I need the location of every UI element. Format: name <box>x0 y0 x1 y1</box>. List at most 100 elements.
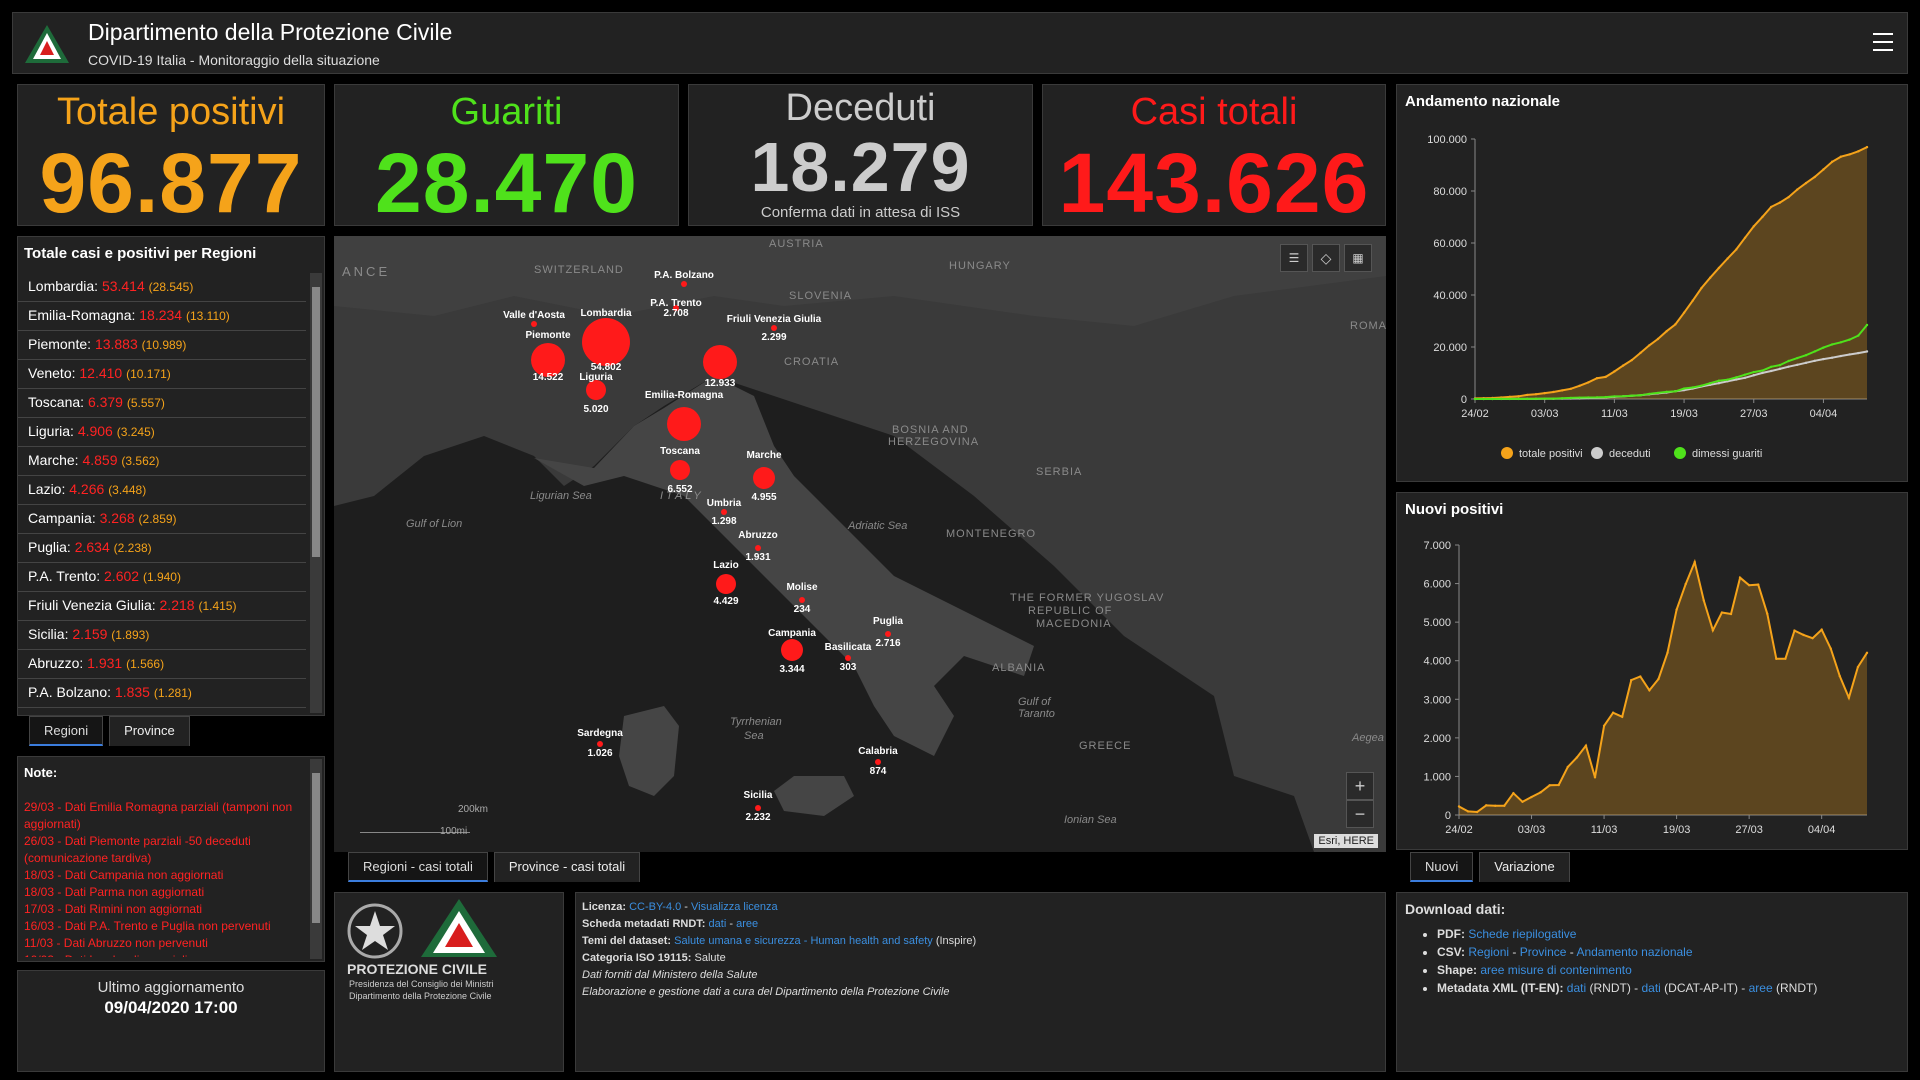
data-point[interactable] <box>1735 376 1738 379</box>
region-row[interactable]: Campania: 3.268 (2.859) <box>18 505 306 534</box>
data-point[interactable] <box>1857 150 1860 153</box>
data-point[interactable] <box>1743 236 1747 239</box>
data-point[interactable] <box>1534 393 1538 396</box>
view-license-link[interactable]: Visualizza licenza <box>691 901 778 913</box>
data-point[interactable] <box>1787 365 1790 368</box>
region-row[interactable]: Abruzzo: 1.931 (1.566) <box>18 650 306 679</box>
tab-regioni[interactable]: Regioni <box>29 716 104 746</box>
region-bubble[interactable] <box>721 509 727 515</box>
data-point[interactable] <box>1700 286 1703 290</box>
region-bubble[interactable] <box>703 345 737 379</box>
data-point[interactable] <box>1552 390 1555 394</box>
region-bubble[interactable] <box>582 318 630 366</box>
data-point[interactable] <box>1726 257 1729 260</box>
region-row[interactable]: P.A. Bolzano: 1.835 (1.281) <box>18 679 306 708</box>
data-point[interactable] <box>1820 628 1823 631</box>
data-point[interactable] <box>1621 364 1625 367</box>
data-point[interactable] <box>1621 395 1625 398</box>
data-point[interactable] <box>1829 647 1832 650</box>
data-point[interactable] <box>1769 369 1773 373</box>
data-point[interactable] <box>1560 397 1564 400</box>
data-point[interactable] <box>1675 608 1678 611</box>
region-row[interactable]: Lazio: 4.266 (3.448) <box>18 476 306 505</box>
data-point[interactable] <box>1747 583 1751 587</box>
data-point[interactable] <box>1726 378 1729 381</box>
data-point[interactable] <box>1848 338 1851 341</box>
data-point[interactable] <box>1557 783 1560 787</box>
data-point[interactable] <box>1778 363 1782 367</box>
data-point[interactable] <box>1521 800 1524 804</box>
region-bubble[interactable] <box>781 639 803 661</box>
data-point[interactable] <box>1830 343 1834 346</box>
data-point[interactable] <box>1752 225 1755 228</box>
data-point[interactable] <box>1613 370 1616 373</box>
region-bubble[interactable] <box>531 321 537 327</box>
data-point[interactable] <box>1857 351 1860 355</box>
data-point[interactable] <box>1796 363 1799 366</box>
data-point[interactable] <box>1665 330 1668 333</box>
region-row[interactable]: Marche: 4.859 (3.562) <box>18 447 306 476</box>
data-point[interactable] <box>1784 657 1787 660</box>
data-point[interactable] <box>1648 392 1651 396</box>
xml-dati-dcat-link[interactable]: dati <box>1641 981 1660 995</box>
data-point[interactable] <box>1674 323 1677 326</box>
data-point[interactable] <box>1621 715 1624 718</box>
data-point[interactable] <box>1569 396 1573 400</box>
region-bubble[interactable] <box>681 281 687 287</box>
data-point[interactable] <box>1743 376 1747 379</box>
data-point[interactable] <box>1761 371 1764 375</box>
zoom-in-button[interactable]: + <box>1346 772 1374 800</box>
pdf-link[interactable]: Schede riepilogative <box>1468 927 1576 941</box>
data-point[interactable] <box>1566 765 1569 769</box>
data-point[interactable] <box>1717 381 1721 385</box>
data-point[interactable] <box>1769 365 1773 369</box>
data-point[interactable] <box>1639 394 1642 397</box>
data-point[interactable] <box>1720 611 1724 614</box>
metadata-dati-link[interactable]: dati <box>709 918 727 930</box>
data-point[interactable] <box>1729 612 1733 616</box>
data-point[interactable] <box>1822 357 1825 361</box>
data-point[interactable] <box>1822 346 1825 349</box>
data-point[interactable] <box>1613 395 1616 398</box>
legend-icon[interactable]: ☰ <box>1280 244 1308 272</box>
csv-regioni-link[interactable]: Regioni <box>1468 945 1509 959</box>
data-point[interactable] <box>1560 389 1564 392</box>
data-point[interactable] <box>1775 657 1778 660</box>
region-row[interactable]: Liguria: 4.906 (3.245) <box>18 418 306 447</box>
data-point[interactable] <box>1578 384 1581 388</box>
tab-variazione[interactable]: Variazione <box>1479 852 1570 882</box>
data-point[interactable] <box>1717 379 1721 382</box>
data-point[interactable] <box>1657 677 1660 681</box>
data-point[interactable] <box>1691 299 1694 302</box>
data-point[interactable] <box>1517 397 1520 401</box>
csv-andamento-link[interactable]: Andamento nazionale <box>1576 945 1692 959</box>
data-point[interactable] <box>1569 387 1573 391</box>
data-point[interactable] <box>1757 583 1760 586</box>
data-point[interactable] <box>1865 145 1869 149</box>
data-point[interactable] <box>1769 205 1773 209</box>
data-point[interactable] <box>1839 354 1843 358</box>
data-point[interactable] <box>1534 397 1538 400</box>
data-point[interactable] <box>1587 396 1590 399</box>
data-point[interactable] <box>1611 711 1615 714</box>
hamburger-menu-icon[interactable] <box>1873 33 1893 51</box>
data-point[interactable] <box>1752 370 1755 374</box>
data-point[interactable] <box>1512 791 1515 795</box>
data-point[interactable] <box>1778 201 1782 204</box>
tab-province[interactable]: Province <box>109 716 190 746</box>
region-row[interactable]: Veneto: 12.410 (10.171) <box>18 360 306 389</box>
data-point[interactable] <box>1503 804 1506 807</box>
data-point[interactable] <box>1796 188 1799 191</box>
data-point[interactable] <box>1847 696 1851 699</box>
data-point[interactable] <box>1475 810 1479 814</box>
region-row[interactable]: Friuli Venezia Giulia: 2.218 (1.415) <box>18 592 306 621</box>
data-point[interactable] <box>1648 344 1651 347</box>
data-point[interactable] <box>1682 387 1686 390</box>
xml-dati-rndt-link[interactable]: dati <box>1567 981 1586 995</box>
data-point[interactable] <box>1717 266 1721 270</box>
data-point[interactable] <box>1778 367 1782 371</box>
region-row[interactable]: P.A. Trento: 2.602 (1.940) <box>18 563 306 592</box>
tab-nuovi[interactable]: Nuovi <box>1410 852 1474 882</box>
data-point[interactable] <box>1761 215 1764 219</box>
region-scrollbar[interactable] <box>310 273 322 713</box>
